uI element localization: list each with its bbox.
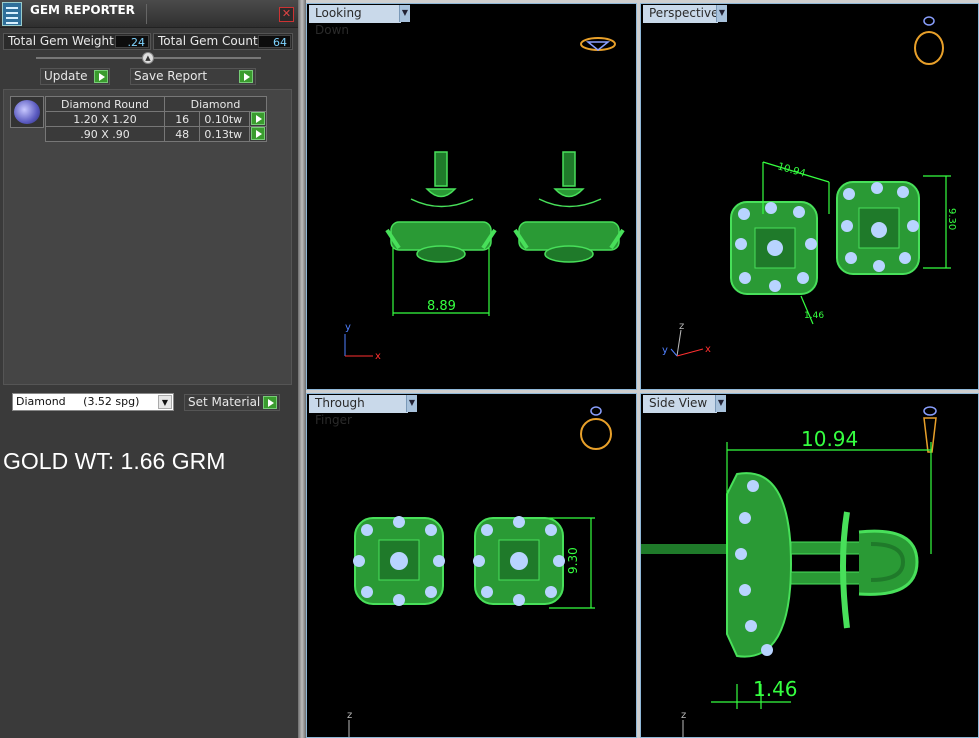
close-icon[interactable]: ✕ (279, 7, 294, 22)
gem-count-cell: 48 (163, 126, 201, 142)
viewport-label-perspective[interactable]: Perspective (643, 5, 719, 23)
total-gem-weight-label: Total Gem Weight (8, 34, 114, 48)
viewport-side-view[interactable]: 10.94 1.46 z Side View ▼ (640, 393, 979, 738)
gem-table-header: Diamond Round Diamond (45, 96, 267, 112)
panel-titlebar: GEM REPORTER ✕ (0, 0, 298, 28)
panel-slider-knob[interactable]: ▲ (142, 52, 154, 64)
total-gem-count-value: 64 (258, 35, 291, 49)
panel-splitter[interactable] (298, 0, 306, 738)
update-button[interactable]: Update (40, 68, 110, 85)
through-finger-scene: 9.30 z (347, 406, 612, 737)
row-action-button[interactable] (249, 126, 267, 142)
earring-right-model (836, 181, 920, 275)
gem-count-cell: 16 (163, 111, 201, 127)
earring-left-model (385, 151, 497, 263)
chevron-down-icon[interactable]: ▼ (715, 395, 726, 412)
viewport-top-edge (306, 0, 979, 3)
viewport-label-looking-down[interactable]: Looking Down (309, 5, 401, 37)
material-select-value: Diamond (3.52 spg) (16, 395, 140, 408)
ring-orientation-icon (580, 37, 616, 51)
set-material-button[interactable]: Set Material (184, 394, 280, 411)
axis-gizmo: z x y (662, 321, 711, 357)
play-arrow-icon (251, 112, 266, 125)
gem-size-cell: 1.20 X 1.20 (45, 111, 165, 127)
table-row[interactable]: .90 X .90 48 0.13tw (45, 126, 267, 142)
viewport-vertical-splitter[interactable] (637, 0, 640, 738)
axis-gizmo: y x (344, 322, 381, 362)
chevron-down-icon[interactable]: ▼ (406, 395, 417, 412)
viewport-perspective[interactable]: 10.94 9.30 1.46 z x y Perspective ▼ (640, 3, 979, 390)
diamond-round-thumbnail-icon[interactable] (10, 96, 44, 128)
dimension-label: 9.30 (946, 208, 957, 230)
perspective-scene: 10.94 9.30 1.46 z x y (662, 16, 957, 357)
update-label: Update (44, 69, 88, 83)
dimension-label: 1.46 (804, 311, 824, 321)
row-action-button[interactable] (249, 111, 267, 127)
ring-orientation-icon (580, 406, 612, 450)
axis-label-z: z (681, 710, 686, 721)
total-gem-weight-value: .24 (115, 35, 149, 49)
chevron-down-icon[interactable]: ▼ (716, 5, 727, 22)
axis-label-y: y (345, 322, 351, 333)
total-gem-count-box: Total Gem Count 64 (153, 33, 293, 50)
dimension-label: 1.46 (753, 677, 798, 701)
earring-left-model (353, 516, 445, 606)
panel-title: GEM REPORTER (30, 3, 135, 17)
axis-label-x: x (375, 351, 381, 362)
gem-reporter-panel: GEM REPORTER ✕ Total Gem Weight .24 Tota… (0, 0, 298, 738)
save-report-label: Save Report (134, 69, 208, 83)
looking-down-scene: 8.89 y x (344, 37, 625, 362)
dimension-label: 10.94 (801, 427, 858, 451)
earring-right-model (473, 516, 565, 606)
viewport-label-through-finger[interactable]: Through Finger (309, 395, 408, 427)
axis-label-z: z (679, 321, 684, 332)
viewport-through-finger[interactable]: 9.30 z Through Finger ▼ (306, 393, 637, 738)
total-gem-weight-box: Total Gem Weight .24 (3, 33, 151, 50)
play-arrow-icon (239, 70, 253, 83)
material-select[interactable]: Diamond (3.52 spg) ▼ (12, 393, 174, 411)
axis-label-z: z (347, 710, 352, 721)
axis-label-y: y (662, 345, 668, 356)
column-header-shape: Diamond Round (45, 96, 165, 112)
gem-size-cell: .90 X .90 (45, 126, 165, 142)
axis-label-x: x (705, 344, 711, 355)
dimension-label: 10.94 (776, 161, 807, 179)
pin-orientation-icon (923, 406, 937, 453)
total-gem-count-label: Total Gem Count (158, 34, 258, 48)
gem-table: Diamond Round Diamond 1.20 X 1.20 16 0.1… (45, 96, 267, 142)
axis-gizmo: z (681, 710, 686, 737)
chevron-down-icon[interactable]: ▼ (158, 395, 172, 409)
viewport-horizontal-splitter[interactable] (306, 390, 979, 393)
table-row[interactable]: 1.20 X 1.20 16 0.10tw (45, 111, 267, 127)
viewport-looking-down[interactable]: 8.89 y x Looking Down ▼ (306, 3, 637, 390)
play-arrow-icon (251, 127, 266, 140)
dimension-label: 9.30 (566, 547, 580, 574)
earring-right-model (513, 151, 625, 263)
set-material-label: Set Material (188, 395, 261, 409)
gem-reporter-app-icon (2, 2, 22, 26)
gem-weight-cell: 0.10tw (199, 111, 251, 127)
dimension-label: 8.89 (427, 299, 456, 314)
title-separator (146, 4, 147, 24)
play-arrow-icon (263, 396, 277, 409)
play-arrow-icon (94, 70, 108, 83)
viewport-label-side-view[interactable]: Side View (643, 395, 717, 413)
earring-side-model (641, 472, 919, 658)
column-header-material: Diamond (164, 96, 267, 112)
chevron-down-icon[interactable]: ▼ (399, 5, 410, 22)
gold-weight-text: GOLD WT: 1.66 GRM (3, 448, 226, 474)
gem-list-area: Diamond Round Diamond 1.20 X 1.20 16 0.1… (3, 89, 292, 385)
side-view-scene: 10.94 1.46 z (641, 406, 937, 737)
save-report-button[interactable]: Save Report (130, 68, 256, 85)
earring-left-model (730, 201, 818, 295)
axis-gizmo: z (347, 710, 352, 737)
gem-weight-cell: 0.13tw (199, 126, 251, 142)
ring-orientation-icon (914, 16, 944, 65)
